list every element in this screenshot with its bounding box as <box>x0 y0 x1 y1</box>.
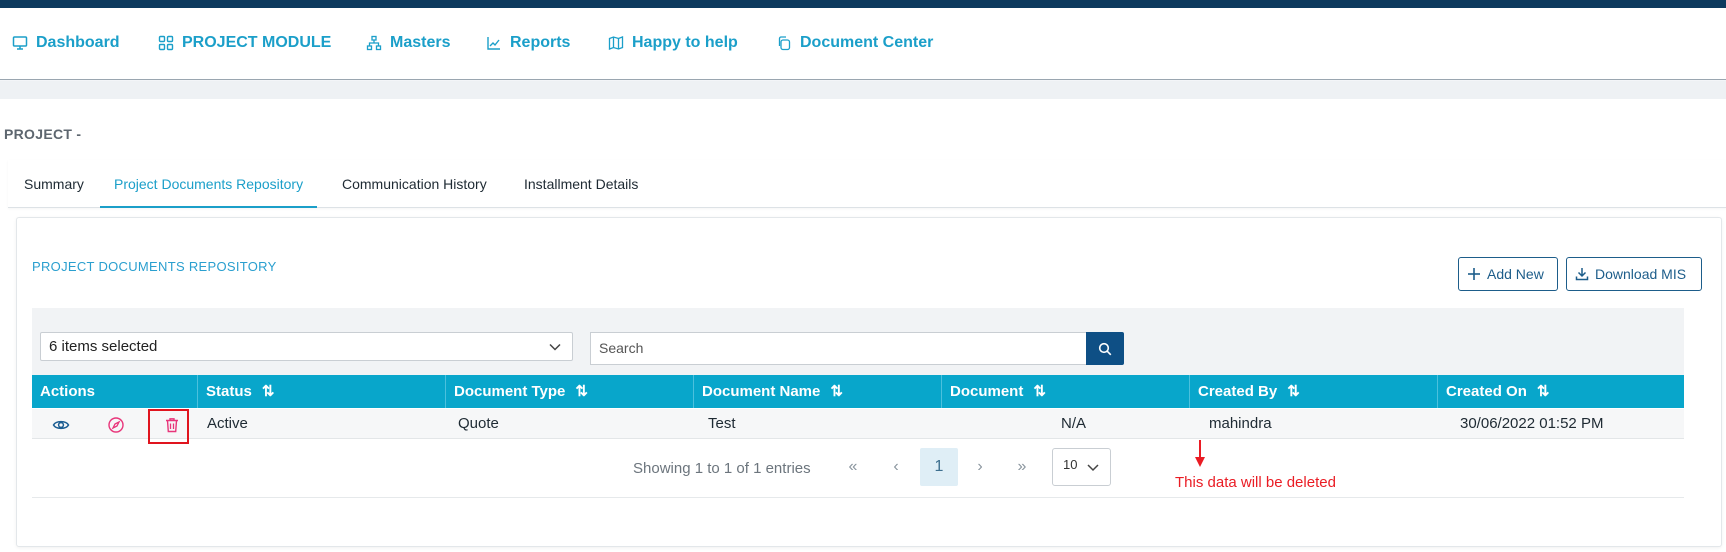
add-new-button[interactable]: Add New <box>1458 257 1558 291</box>
cell-status: Active <box>207 415 248 432</box>
nav-happy-to-help-label: Happy to help <box>632 34 738 51</box>
compass-icon[interactable] <box>107 416 125 434</box>
tab-installment-details[interactable]: Installment Details <box>524 160 638 208</box>
th-document-name[interactable]: Document Name ⇅ <box>694 375 942 408</box>
table-header: Actions Status ⇅ Document Type ⇅ Document … <box>32 375 1684 408</box>
th-actions-label: Actions <box>40 383 96 400</box>
sort-icon: ⇅ <box>1536 383 1550 400</box>
cell-document-name: Test <box>708 415 736 432</box>
pagination-info: Showing 1 to 1 of 1 entries <box>633 459 811 477</box>
th-document[interactable]: Document ⇅ <box>942 375 1190 408</box>
header-band <box>0 81 1726 99</box>
sort-icon: ⇅ <box>261 383 275 400</box>
monitor-icon <box>12 36 28 50</box>
th-status[interactable]: Status ⇅ <box>198 375 446 408</box>
column-select-value: 6 items selected <box>49 338 158 355</box>
th-document-type-label: Document Type <box>454 383 566 400</box>
first-page-button[interactable]: « <box>834 448 872 486</box>
cell-created-by: mahindra <box>1209 415 1272 432</box>
nav-document-center-label: Document Center <box>800 34 934 51</box>
th-created-by[interactable]: Created By ⇅ <box>1190 375 1438 408</box>
chevron-down-icon <box>549 343 561 351</box>
search-icon <box>1098 342 1112 355</box>
last-page-button[interactable]: » <box>1003 448 1041 486</box>
cell-document-type: Quote <box>458 415 499 432</box>
th-actions: Actions <box>32 375 198 408</box>
search-placeholder: Search <box>599 340 644 356</box>
delete-highlight-box <box>148 409 189 444</box>
annotation-text: This data will be deleted <box>1175 474 1336 491</box>
add-new-label: Add New <box>1487 266 1544 282</box>
chevron-down-icon <box>1087 464 1099 472</box>
th-created-on-label: Created On <box>1446 383 1527 400</box>
page-1-button[interactable]: 1 <box>920 448 958 486</box>
prev-page-button[interactable]: ‹ <box>877 448 915 486</box>
main-navbar: Dashboard PROJECT MODULE Masters Reports… <box>0 8 1726 80</box>
nav-happy-to-help[interactable]: Happy to help <box>608 34 738 52</box>
search-input[interactable]: Search <box>590 332 1087 365</box>
grid-icon <box>158 35 174 51</box>
sort-icon: ⇅ <box>1287 383 1300 400</box>
nav-project-module[interactable]: PROJECT MODULE <box>158 34 331 52</box>
nav-masters-label: Masters <box>390 34 451 51</box>
sort-icon: ⇅ <box>830 383 843 400</box>
th-document-type[interactable]: Document Type ⇅ <box>446 375 694 408</box>
tab-project-documents-repository[interactable]: Project Documents Repository <box>100 160 318 208</box>
copy-icon <box>778 36 791 51</box>
sort-icon: ⇅ <box>575 383 588 400</box>
page-size-value: 10 <box>1063 457 1078 472</box>
nav-project-module-label: PROJECT MODULE <box>182 34 332 51</box>
top-accent-bar <box>0 0 1726 8</box>
eye-icon[interactable] <box>52 416 70 434</box>
cell-created-on: 30/06/2022 01:52 PM <box>1460 415 1604 432</box>
plus-icon <box>1468 268 1480 280</box>
sitemap-icon <box>366 35 382 51</box>
nav-dashboard-label: Dashboard <box>36 34 120 51</box>
nav-masters[interactable]: Masters <box>366 34 450 52</box>
next-page-button[interactable]: › <box>961 448 999 486</box>
th-created-by-label: Created By <box>1198 383 1278 400</box>
cell-document: N/A <box>1061 415 1087 432</box>
nav-reports-label: Reports <box>510 34 571 51</box>
nav-document-center[interactable]: Document Center <box>776 34 933 52</box>
column-select[interactable]: 6 items selected <box>40 332 573 361</box>
download-mis-label: Download MIS <box>1595 266 1687 282</box>
download-mis-button[interactable]: Download MIS <box>1566 257 1702 291</box>
chart-line-icon <box>487 37 500 50</box>
nav-reports[interactable]: Reports <box>486 34 570 52</box>
search-button[interactable] <box>1086 332 1124 365</box>
th-created-on[interactable]: Created On ⇅ <box>1438 375 1684 408</box>
nav-dashboard[interactable]: Dashboard <box>12 34 120 52</box>
th-document-label: Document <box>950 383 1024 400</box>
page-size-select[interactable]: 10 <box>1052 448 1111 486</box>
th-status-label: Status <box>206 383 252 400</box>
tab-communication-history[interactable]: Communication History <box>342 160 487 208</box>
card-title: PROJECT DOCUMENTS REPOSITORY <box>32 259 277 274</box>
tab-bar: Summary Project Documents Repository Com… <box>8 160 1726 208</box>
annotation-arrow-icon <box>1195 440 1205 467</box>
map-icon <box>608 36 624 50</box>
card-footer-divider <box>32 497 1684 498</box>
sort-icon: ⇅ <box>1033 383 1046 400</box>
table-row: Active Quote Test N/A mahindra 30/06/202… <box>32 409 1684 439</box>
tab-summary[interactable]: Summary <box>24 160 84 208</box>
download-icon <box>1575 268 1589 281</box>
th-document-name-label: Document Name <box>702 383 821 400</box>
project-title: PROJECT - <box>4 126 82 142</box>
